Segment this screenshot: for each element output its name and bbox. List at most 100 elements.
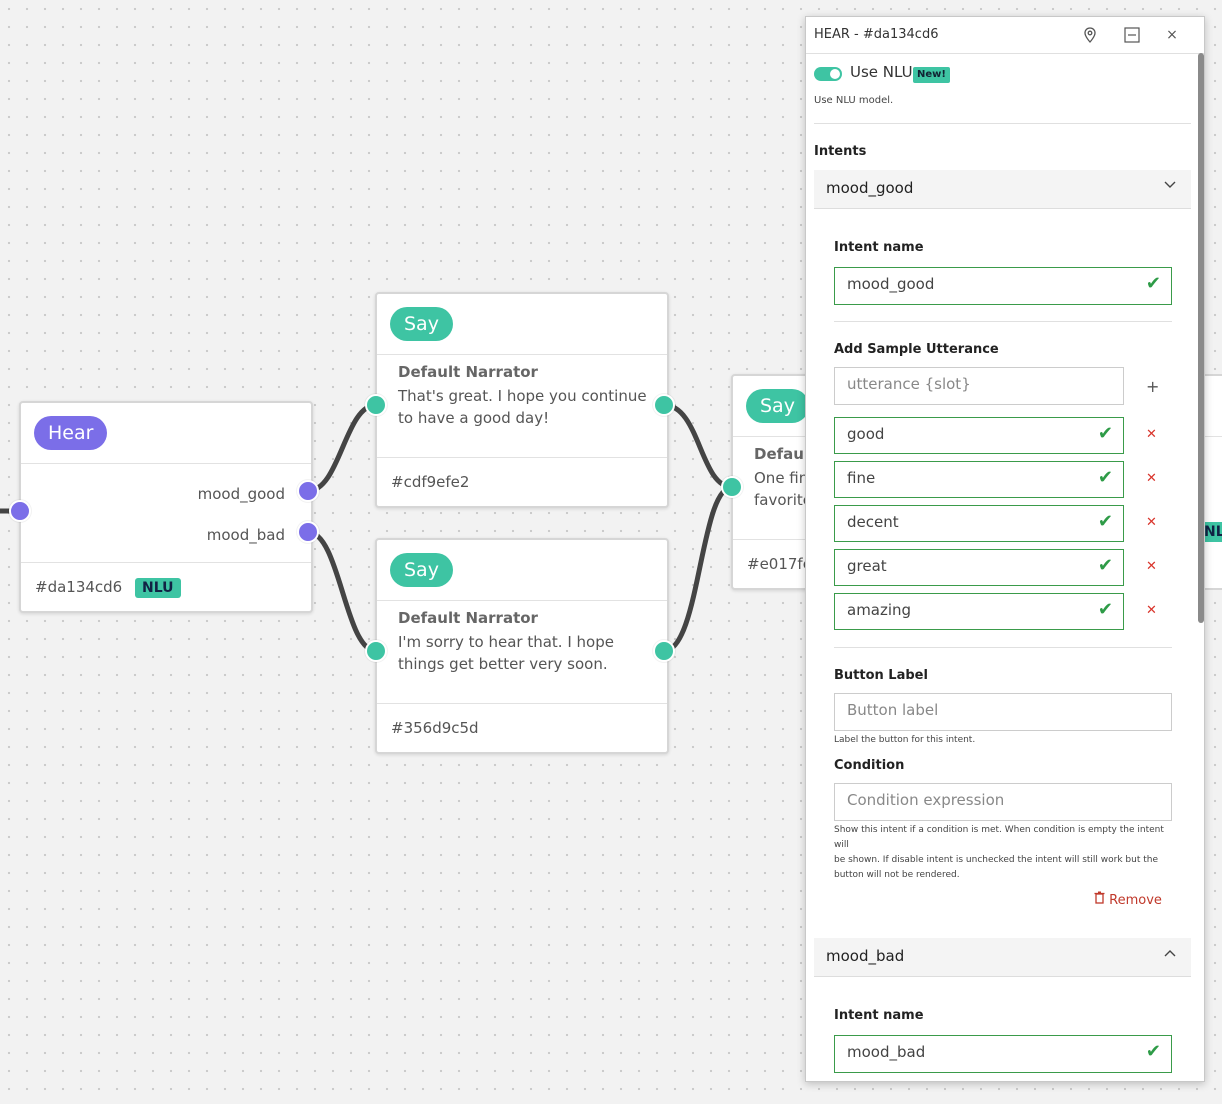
panel-scrollbar[interactable] xyxy=(1198,53,1204,623)
wire-say1-to-say3 xyxy=(663,402,733,490)
remove-utterance-icon[interactable]: ✕ xyxy=(1146,427,1157,442)
say-node-header: Say xyxy=(377,294,667,355)
intent-name-label: Intent name xyxy=(834,1008,924,1023)
intent-accordion-title: mood_good xyxy=(826,179,914,197)
wire-good-to-say1 xyxy=(307,402,377,494)
remove-utterance-icon[interactable]: ✕ xyxy=(1146,559,1157,574)
intent-accordion-mood-good[interactable]: mood_good xyxy=(814,170,1191,209)
check-icon: ✔ xyxy=(1145,273,1161,294)
intent-name-input[interactable]: mood_good ✔ xyxy=(834,267,1172,305)
port-mood-good[interactable] xyxy=(297,480,319,502)
hear-node[interactable]: Hear mood_good mood_bad #da134cd6 NLU xyxy=(19,401,313,613)
condition-placeholder: Condition expression xyxy=(847,791,1005,809)
utterance-item[interactable]: decent ✔ xyxy=(834,505,1124,542)
check-icon: ✔ xyxy=(1097,467,1113,488)
new-badge: New! xyxy=(913,67,950,83)
hear-node-footer: #da134cd6 NLU xyxy=(21,562,311,611)
remove-intent-button[interactable]: Remove xyxy=(1094,891,1162,908)
remove-utterance-icon[interactable]: ✕ xyxy=(1146,471,1157,486)
intent-name-value: mood_bad xyxy=(847,1043,926,1061)
wire-say2-to-say3 xyxy=(663,484,733,654)
remove-label: Remove xyxy=(1109,893,1162,908)
utterance-item[interactable]: great ✔ xyxy=(834,549,1124,586)
output-label-mood-bad: mood_bad xyxy=(206,526,285,544)
utterance-text: fine xyxy=(847,469,876,487)
say-node-2[interactable]: Say Default Narrator I'm sorry to hear t… xyxy=(375,538,669,754)
utterance-placeholder: utterance {slot} xyxy=(847,375,971,393)
check-icon: ✔ xyxy=(1097,511,1113,532)
check-icon: ✔ xyxy=(1097,599,1113,620)
utterance-text: decent xyxy=(847,513,899,531)
minimize-button[interactable] xyxy=(1122,17,1142,57)
intent-name-value: mood_good xyxy=(847,275,935,293)
utterance-text: amazing xyxy=(847,601,912,619)
button-label-placeholder: Button label xyxy=(847,701,939,719)
button-label-input[interactable]: Button label xyxy=(834,693,1172,731)
condition-help-line: button will not be rendered. xyxy=(834,870,960,880)
remove-utterance-icon[interactable]: ✕ xyxy=(1146,603,1157,618)
say-type-pill: Say xyxy=(390,307,453,341)
close-button[interactable]: × xyxy=(1162,17,1182,53)
say-type-pill: Say xyxy=(390,553,453,587)
button-label-heading: Button Label xyxy=(834,668,928,683)
condition-help-line: Show this intent if a condition is met. … xyxy=(834,825,1164,850)
say-text: I'm sorry to hear that. I hope things ge… xyxy=(398,633,614,673)
hear-type-pill: Hear xyxy=(34,416,108,450)
say-type-pill: Say xyxy=(746,389,809,423)
use-nlu-toggle[interactable] xyxy=(814,67,842,81)
button-label-help: Label the button for this intent. xyxy=(834,735,976,745)
check-icon: ✔ xyxy=(1097,423,1113,444)
utterance-item[interactable]: good ✔ xyxy=(834,417,1124,454)
remove-utterance-icon[interactable]: ✕ xyxy=(1146,515,1157,530)
utterance-input[interactable]: utterance {slot} xyxy=(834,367,1124,405)
output-label-mood-good: mood_good xyxy=(197,485,285,503)
add-utterance-button[interactable]: + xyxy=(1146,377,1159,396)
panel-titlebar: HEAR - #da134cd6 × xyxy=(806,17,1204,54)
say1-input-port[interactable] xyxy=(365,394,387,416)
trash-icon xyxy=(1094,891,1109,908)
intent-accordion-title: mood_bad xyxy=(826,947,905,965)
port-mood-bad[interactable] xyxy=(297,521,319,543)
utterance-text: good xyxy=(847,425,885,443)
wire-bad-to-say2 xyxy=(307,529,377,654)
narrator-name: Default Narrator xyxy=(398,609,538,627)
intent-accordion-mood-bad[interactable]: mood_bad xyxy=(814,938,1191,977)
say1-output-port[interactable] xyxy=(653,394,675,416)
narrator-name: Default Narrator xyxy=(398,363,538,381)
chevron-down-icon xyxy=(1163,178,1177,196)
node-id: #da134cd6 xyxy=(35,578,123,596)
hear-input-port[interactable] xyxy=(9,500,31,522)
check-icon: ✔ xyxy=(1145,1041,1161,1062)
divider xyxy=(834,647,1172,648)
utterance-item[interactable]: fine ✔ xyxy=(834,461,1124,498)
check-icon: ✔ xyxy=(1097,555,1113,576)
intent-name-input[interactable]: mood_bad ✔ xyxy=(834,1035,1172,1073)
say-text: That's great. I hope you continue to hav… xyxy=(398,387,647,427)
utterance-text: great xyxy=(847,557,887,575)
condition-help: Show this intent if a condition is met. … xyxy=(834,823,1179,883)
condition-heading: Condition xyxy=(834,758,905,773)
map-pin-icon[interactable] xyxy=(1080,17,1100,57)
condition-input[interactable]: Condition expression xyxy=(834,783,1172,821)
properties-panel: HEAR - #da134cd6 × Use NLU New! Use NLU … xyxy=(805,16,1205,1082)
condition-help-line: be shown. If disable intent is unchecked… xyxy=(834,855,1158,865)
nlu-badge: NLU xyxy=(135,577,181,598)
say-node-footer: #cdf9efe2 xyxy=(377,457,667,506)
node-id: #356d9c5d xyxy=(391,719,479,737)
say-node-footer: #356d9c5d xyxy=(377,703,667,752)
say-node-1[interactable]: Say Default Narrator That's great. I hop… xyxy=(375,292,669,508)
hear-node-header: Hear xyxy=(21,403,311,464)
intents-heading: Intents xyxy=(814,144,867,159)
say2-input-port[interactable] xyxy=(365,640,387,662)
divider xyxy=(834,321,1172,322)
use-nlu-label: Use NLU xyxy=(850,63,913,81)
say-node-header: Say xyxy=(377,540,667,601)
intent-name-label: Intent name xyxy=(834,240,924,255)
add-utterance-label: Add Sample Utterance xyxy=(834,342,999,357)
say2-output-port[interactable] xyxy=(653,640,675,662)
say3-input-port[interactable] xyxy=(721,476,743,498)
use-nlu-help: Use NLU model. xyxy=(814,95,894,106)
utterance-item[interactable]: amazing ✔ xyxy=(834,593,1124,630)
node-id: #e017fe xyxy=(747,555,812,573)
node-id: #cdf9efe2 xyxy=(391,473,470,491)
